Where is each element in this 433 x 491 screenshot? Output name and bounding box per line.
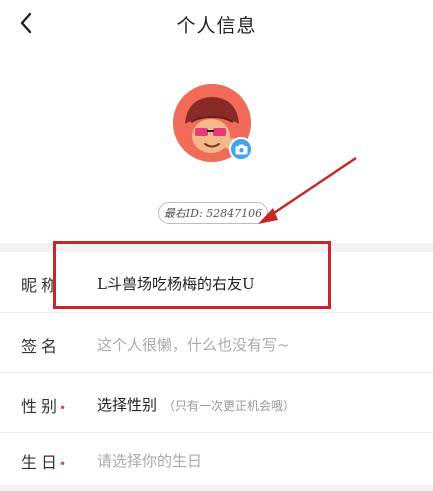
camera-button[interactable]	[229, 137, 253, 161]
birthday-placeholder: 请选择你的生日	[97, 452, 203, 470]
camera-icon	[235, 144, 247, 154]
bottom-strip	[0, 485, 433, 491]
signature-placeholder: 这个人很懒，什么也没有写~	[97, 336, 290, 354]
birthday-label: 生日•	[21, 453, 67, 472]
header-bar: 个人信息	[0, 0, 433, 48]
signature-row[interactable]: 签名 这个人很懒，什么也没有写~	[0, 313, 433, 373]
page-title: 个人信息	[176, 15, 257, 37]
user-id-badge: 最右ID: 52847106	[158, 202, 268, 224]
required-mark: •	[59, 401, 67, 415]
nickname-value: L斗兽场吃杨梅的右友U	[97, 275, 255, 293]
avatar[interactable]	[173, 84, 253, 162]
gender-value: 选择性别 （只有一次更正机会哦）	[97, 396, 296, 414]
birthday-row[interactable]: 生日• 请选择你的生日	[0, 431, 433, 491]
gender-label: 性别•	[21, 397, 67, 416]
gender-row[interactable]: 性别• 选择性别 （只有一次更正机会哦）	[0, 373, 433, 433]
nickname-row[interactable]: 昵称 L斗兽场吃杨梅的右友U	[0, 252, 433, 312]
section-divider	[0, 243, 433, 252]
required-mark: •	[59, 457, 67, 471]
nickname-label: 昵称	[21, 276, 62, 295]
signature-label: 签名	[21, 337, 62, 356]
gender-hint: （只有一次更正机会哦）	[163, 399, 296, 413]
